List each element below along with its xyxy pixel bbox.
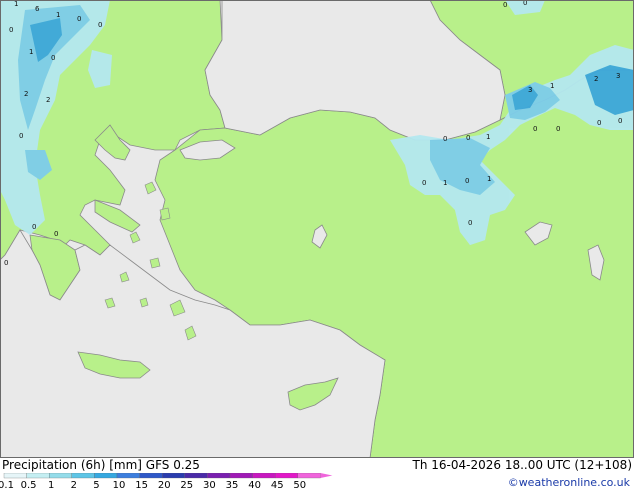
point-value-label: 0 — [533, 125, 537, 133]
point-value-label: 0 — [443, 135, 447, 143]
point-value-label: 3 — [616, 72, 620, 80]
legend-swatch — [297, 473, 321, 479]
legend-swatch — [252, 473, 276, 479]
legend-tick-label: 2 — [71, 480, 77, 490]
point-value-label: 0 — [465, 177, 469, 185]
legend-tick-label: 35 — [226, 480, 239, 490]
legend-tick-label: 1 — [48, 480, 54, 490]
point-value-label: 0 — [77, 15, 81, 23]
legend-swatch — [49, 473, 72, 479]
point-value-label: 0 — [466, 134, 470, 142]
legend-swatch — [207, 473, 231, 479]
point-value-label: 0 — [597, 119, 601, 127]
legend-tick-label: 45 — [271, 480, 284, 490]
legend-swatch — [162, 473, 185, 479]
legend-tick-label: 15 — [135, 480, 148, 490]
point-value-label: 2 — [594, 75, 598, 83]
legend-swatch — [3, 473, 27, 479]
point-value-label: 0 — [523, 0, 527, 7]
point-value-label: 2 — [24, 90, 28, 98]
point-value-label: 1 — [443, 179, 447, 187]
point-value-label: 1 — [56, 11, 60, 19]
point-value-label: 1 — [14, 0, 18, 8]
legend-tick-label: 30 — [203, 480, 216, 490]
legend-swatch — [275, 473, 298, 479]
legend-tick-label: 50 — [293, 480, 306, 490]
footer-bar: Precipitation (6h) [mm] GFS 0.25 Th 16-0… — [0, 458, 634, 490]
point-value-label: 1 — [29, 48, 33, 56]
point-value-label: 1 — [550, 82, 554, 90]
point-value-label: 0 — [468, 219, 472, 227]
legend-tick-label: 40 — [248, 480, 261, 490]
point-value-label: 0 — [19, 132, 23, 140]
point-value-label: 0 — [618, 117, 622, 125]
point-value-label: 2 — [46, 96, 50, 104]
point-value-label: 0 — [51, 54, 55, 62]
point-value-label: 3 — [528, 86, 532, 94]
legend-tick-label: 0.5 — [21, 480, 37, 490]
point-value-label: 0 — [503, 1, 507, 9]
point-value-label: 0 — [32, 223, 36, 231]
legend-tick-label: 5 — [93, 480, 99, 490]
legend-swatch — [139, 473, 163, 479]
legend-tick-label: 0.1 — [0, 480, 14, 490]
map-title: Precipitation (6h) [mm] GFS 0.25 — [2, 458, 200, 472]
point-value-label: 0 — [54, 230, 58, 238]
legend-swatch — [229, 473, 253, 479]
legend-swatch — [116, 473, 140, 479]
point-value-label: 1 — [487, 175, 491, 183]
point-value-label: 1 — [486, 133, 490, 141]
legend-swatch — [184, 473, 208, 479]
legend-swatch — [94, 473, 118, 479]
precip-legend: 0.1 0.5 1 2 5 10 15 20 25 30 35 40 45 50 — [0, 473, 333, 490]
legend-tick-label: 25 — [180, 480, 193, 490]
precipitation-map: 1 6 1 0 0 0 1 0 2 2 0 0 0 0 0 0 0 3 1 2 3 0 0 0 0 0 1 0 1 0 1 0 — [0, 0, 634, 458]
legend-tick-label: 10 — [113, 480, 126, 490]
point-value-label: 6 — [35, 5, 40, 13]
point-value-label: 0 — [98, 21, 102, 29]
point-value-label: 0 — [556, 125, 560, 133]
credit-link[interactable]: ©weatheronline.co.uk — [508, 476, 630, 489]
legend-arrow — [320, 473, 333, 478]
legend-tick-label: 20 — [158, 480, 171, 490]
legend-swatch — [71, 473, 95, 479]
valid-time: Th 16-04-2026 18..00 UTC (12+108) — [412, 458, 632, 472]
point-value-label: 0 — [422, 179, 426, 187]
point-value-label: 0 — [9, 26, 13, 34]
point-value-label: 0 — [4, 259, 8, 267]
legend-swatch — [26, 473, 50, 479]
